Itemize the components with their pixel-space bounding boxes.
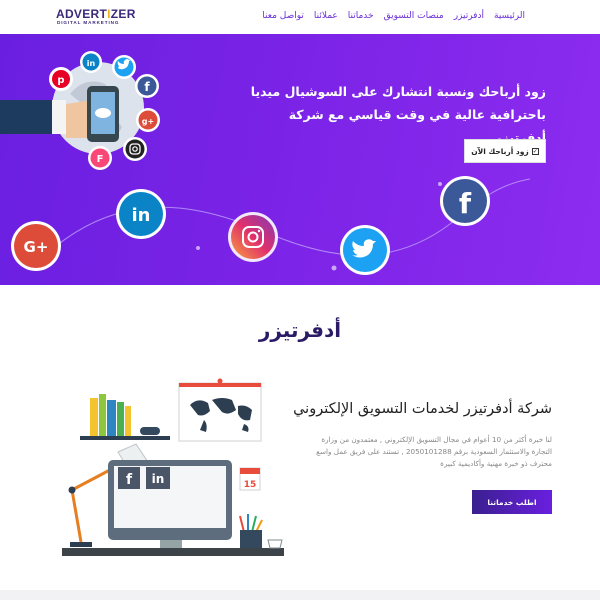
logo-tagline: DIGITAL MARKETING	[57, 20, 120, 25]
section-divider	[0, 590, 600, 600]
svg-text:G+: G+	[24, 238, 49, 256]
top-navbar: ADVERTIZER DIGITAL MARKETING الرئيسية أد…	[0, 0, 600, 34]
linkedin-small-icon: in	[80, 51, 102, 73]
instagram-icon	[228, 212, 278, 262]
hero-banner: p in f g+ F G+ in f زود أرباحك ونسبة انت…	[0, 34, 600, 285]
svg-text:f: f	[144, 80, 150, 94]
workspace-illustration: f in 15	[62, 378, 284, 560]
nav-platforms[interactable]: منصات التسويق	[384, 11, 444, 21]
svg-text:F: F	[97, 154, 104, 165]
logo-wordmark: ADVERTIZER	[56, 7, 136, 21]
twitter-icon	[340, 225, 390, 275]
main-menu: الرئيسية أدفرتيزر منصات التسويق خدماتنا …	[262, 11, 525, 21]
svg-text:in: in	[132, 205, 151, 226]
checkbox-icon: ✓	[531, 147, 539, 155]
about-description: لنا خبرة أكثر من 10 أعوام في مجال التسوي…	[316, 435, 552, 468]
svg-text:in: in	[87, 59, 96, 68]
svg-text:p: p	[57, 75, 64, 86]
nav-about[interactable]: أدفرتيزر	[454, 11, 484, 21]
pencil-cup-icon	[239, 514, 263, 548]
desk-icon	[62, 548, 284, 556]
svg-text:f: f	[459, 187, 472, 220]
facebook-small-icon: f	[135, 74, 159, 98]
googleplus-small-icon: g+	[136, 108, 160, 132]
about-subtitle: شركة أدفرتيزر لخدمات التسويق الإلكتروني	[293, 401, 552, 417]
hero-cta-label: زود أرباحك الآن	[471, 146, 529, 156]
twitter-small-icon	[112, 55, 136, 79]
instagram-small-icon	[123, 137, 147, 161]
linkedin-icon: in	[116, 189, 166, 239]
facebook-screen-icon: f	[118, 467, 140, 489]
foursquare-small-icon: F	[88, 146, 112, 170]
googleplus-icon: G+	[11, 221, 61, 271]
nav-contact[interactable]: تواصل معنا	[262, 11, 304, 21]
svg-text:15: 15	[244, 480, 257, 490]
nav-services[interactable]: خدماتنا	[348, 11, 374, 21]
coffee-mug-icon	[267, 539, 283, 549]
hero-cta-button[interactable]: زود أرباحك الآن ✓	[464, 139, 546, 163]
sleeve-icon	[0, 100, 52, 134]
nav-clients[interactable]: عملائنا	[314, 11, 338, 21]
svg-text:in: in	[152, 472, 165, 486]
world-map-icon	[178, 378, 262, 442]
linkedin-screen-icon: in	[146, 467, 170, 489]
nav-home[interactable]: الرئيسية	[494, 11, 525, 21]
request-services-button[interactable]: اطلب خدماتنا	[472, 490, 552, 514]
facebook-icon: f	[440, 176, 490, 226]
calendar-icon: 15	[239, 467, 261, 491]
svg-text:g+: g+	[142, 117, 154, 126]
svg-text:f: f	[126, 472, 133, 488]
section-title: أدفرتيزر	[258, 318, 342, 342]
logo[interactable]: ADVERTIZER DIGITAL MARKETING	[56, 7, 135, 31]
pinterest-icon: p	[49, 67, 73, 91]
books-icon	[80, 394, 170, 440]
